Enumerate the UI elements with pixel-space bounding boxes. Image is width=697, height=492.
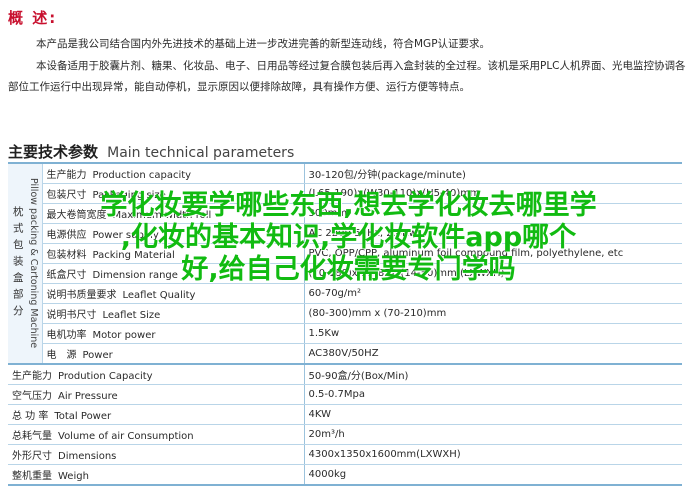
spec-label-zh: 说明书尺寸 bbox=[46, 310, 97, 321]
spec-row: 说明书尺寸 Leaflet Size (80-300)mm x (70-210)mm bbox=[8, 303, 682, 324]
spec-label: 外形尺寸 Dimensions bbox=[8, 444, 304, 465]
spec-label-zh: 空气压力 bbox=[12, 391, 52, 402]
spec-label-zh: 生产能力 bbox=[12, 371, 52, 382]
spec-value: 30-120包/分钟(package/minute) bbox=[303, 162, 682, 184]
spec-label-en: Air Pressure bbox=[58, 391, 118, 402]
spec-row: 最大卷筒宽度 Maximum width roll 300mm bbox=[8, 203, 682, 224]
spec-label-zh: 整机重量 bbox=[12, 471, 52, 482]
spec-label-en: Packaging size bbox=[92, 190, 166, 201]
spec-label-zh: 最大卷筒宽度 bbox=[46, 210, 107, 221]
spec-label-en: Weigh bbox=[58, 471, 89, 482]
spec-row: 枕式包装盒部分 Pillow packing & Cartoning Machin… bbox=[8, 162, 682, 365]
spec-label-en: Dimension range bbox=[92, 270, 178, 281]
spec-label-zh: 总耗气量 bbox=[12, 431, 52, 442]
spec-row: 外形尺寸 Dimensions 4300x1350x1600mm(LXWXH) bbox=[8, 444, 682, 465]
spec-label-zh: 包装材料 bbox=[46, 250, 87, 261]
spec-row: 总耗气量 Volume of air Consumption 20m³/h bbox=[8, 424, 682, 445]
spec-label-en: Power bbox=[82, 350, 113, 361]
spec-label: 总耗气量 Volume of air Consumption bbox=[8, 424, 304, 445]
overview-paragraph-1: 本产品是我公司结合国内外先进技术的基础上进一步改进完善的新型连动线，符合MGP认… bbox=[36, 38, 491, 50]
spec-row: 电源供应 Power supply AC 220V 50Hz, 2.4Kw bbox=[8, 223, 682, 244]
spec-label: 生产能力 Prodution Capacity bbox=[8, 363, 304, 385]
spec-table: 枕式包装盒部分 Pillow packing & Cartoning Machin… bbox=[8, 162, 682, 486]
spec-label-en: Power supply bbox=[92, 230, 159, 241]
spec-label: 总 功 率 Total Power bbox=[8, 404, 304, 425]
group-label-zh: 枕式包装盒部分 bbox=[11, 205, 24, 322]
overview-title: 概 述: bbox=[8, 9, 58, 27]
spec-label-en: Leaflet Quality bbox=[122, 290, 196, 301]
spec-label-en: Maximum width roll bbox=[112, 210, 212, 221]
spec-row: 空气压力 Air Pressure 0.5-0.7Mpa bbox=[8, 384, 682, 405]
group-label-en: Pillow packing & Cartoning Machine bbox=[27, 178, 39, 349]
spec-label-en: Packing Material bbox=[92, 250, 175, 261]
spec-label: 空气压力 Air Pressure bbox=[8, 384, 304, 405]
spec-label: 说明书质量要求 Leaflet Quality bbox=[42, 283, 304, 304]
spec-label-en: Prodution Capacity bbox=[58, 371, 153, 382]
spec-label: 最大卷筒宽度 Maximum width roll bbox=[42, 203, 304, 224]
spec-value: (80-300)mm x (70-210)mm bbox=[303, 303, 682, 324]
spec-label-zh: 总 功 率 bbox=[12, 411, 49, 422]
spec-label-zh: 生产能力 bbox=[46, 170, 87, 181]
spec-label: 电 源 Power bbox=[42, 343, 304, 365]
spec-row: 电机功率 Motor power 1.5Kw bbox=[8, 323, 682, 344]
spec-value: 4000kg bbox=[303, 464, 682, 486]
spec-label-zh: 电 源 bbox=[46, 350, 77, 361]
spec-row: 说明书质量要求 Leaflet Quality 60-70g/m² bbox=[8, 283, 682, 304]
spec-label-en: Motor power bbox=[92, 330, 156, 341]
spec-label: 电机功率 Motor power bbox=[42, 323, 304, 344]
spec-row: 整机重量 Weigh 4000kg bbox=[8, 464, 682, 486]
spec-label-zh: 电源供应 bbox=[46, 230, 87, 241]
spec-row: 包装材料 Packing Material PVC, OPP/CPP, alumin… bbox=[8, 243, 682, 264]
spec-label-en: Production capacity bbox=[92, 170, 192, 181]
spec-value: 4300x1350x1600mm(LXWXH) bbox=[303, 444, 682, 465]
spec-label-zh: 说明书质量要求 bbox=[46, 290, 117, 301]
spec-label-zh: 纸盒尺寸 bbox=[46, 270, 87, 281]
section-heading: 主要技术参数 Main technical parameters bbox=[8, 141, 294, 162]
spec-value: 1.5Kw bbox=[303, 323, 682, 344]
group-side-label: 枕式包装盒部分 Pillow packing & Cartoning Machin… bbox=[8, 162, 43, 365]
section-heading-en: Main technical parameters bbox=[107, 145, 295, 161]
spec-label-zh: 外形尺寸 bbox=[12, 451, 52, 462]
spec-value: 20m³/h bbox=[303, 424, 682, 445]
spec-value: AC 220V 50Hz, 2.4Kw bbox=[303, 223, 682, 244]
spec-value: AC380V/50HZ bbox=[303, 343, 682, 365]
spec-row: 生产能力 Prodution Capacity 50-90盒/分(Box/Min) bbox=[8, 363, 682, 385]
spec-label: 生产能力 Production capacity bbox=[42, 162, 304, 184]
overview-paragraph-2: 本设备适用于胶囊片剂、糖果、化妆品、电子、日用品等经过复合膜包装后再入盒封装的全… bbox=[8, 60, 686, 93]
spec-label: 电源供应 Power supply bbox=[42, 223, 304, 244]
spec-value: 60-70g/m² bbox=[303, 283, 682, 304]
spec-value: (L65-190)x(W30-110)x(H5-40)mm bbox=[303, 183, 682, 204]
spec-row: 电 源 Power AC380V/50HZ bbox=[8, 343, 682, 365]
spec-label-en: Volume of air Consumption bbox=[58, 431, 194, 442]
spec-label: 包装尺寸 Packaging size bbox=[42, 183, 304, 204]
spec-value: 300mm bbox=[303, 203, 682, 224]
section-heading-zh: 主要技术参数 bbox=[8, 143, 99, 161]
spec-value: 0.5-0.7Mpa bbox=[303, 384, 682, 405]
spec-value: PVC, OPP/CPP, aluminum foil compound fil… bbox=[303, 243, 682, 264]
spec-value: (70-180)x(35-85)x(14-50)mm (LXWXH) bbox=[303, 263, 682, 284]
spec-label: 说明书尺寸 Leaflet Size bbox=[42, 303, 304, 324]
spec-row: 纸盒尺寸 Dimension range (70-180)x(35-85)x(14-… bbox=[8, 263, 682, 284]
spec-label-zh: 包装尺寸 bbox=[46, 190, 87, 201]
spec-row: 包装尺寸 Packaging size (L65-190)x(W30-110)x(H… bbox=[8, 183, 682, 204]
spec-label: 整机重量 Weigh bbox=[8, 464, 304, 486]
spec-value: 4KW bbox=[303, 404, 682, 425]
spec-row: 总 功 率 Total Power 4KW bbox=[8, 404, 682, 425]
spec-label-zh: 电机功率 bbox=[46, 330, 87, 341]
spec-value: 50-90盒/分(Box/Min) bbox=[303, 363, 682, 385]
spec-label: 包装材料 Packing Material bbox=[42, 243, 304, 264]
spec-label-en: Total Power bbox=[54, 411, 112, 422]
spec-label: 纸盒尺寸 Dimension range bbox=[42, 263, 304, 284]
spec-label-en: Leaflet Size bbox=[102, 310, 161, 321]
spec-label-en: Dimensions bbox=[58, 451, 117, 462]
